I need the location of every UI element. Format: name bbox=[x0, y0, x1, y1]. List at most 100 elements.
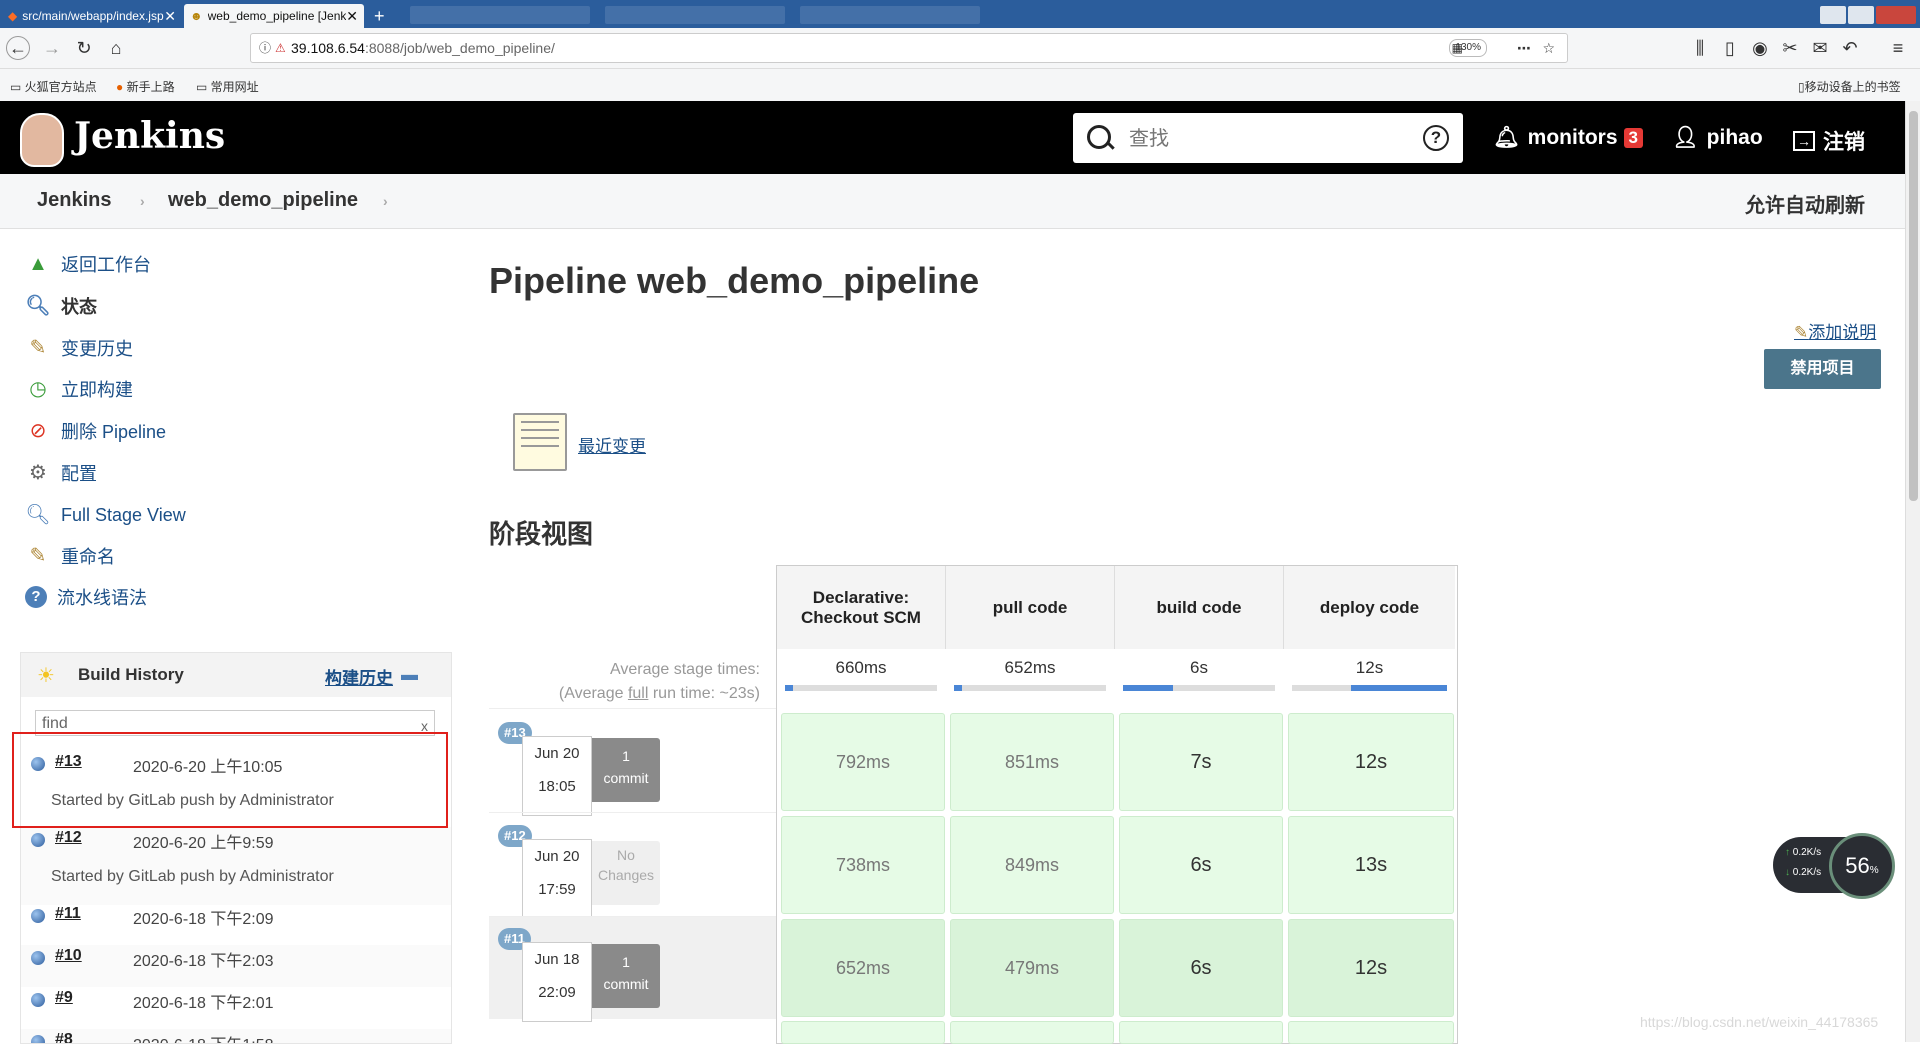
tab-jenkins[interactable]: ☻ web_demo_pipeline [Jenkins ✕ bbox=[184, 4, 364, 28]
full-run-link[interactable]: full bbox=[628, 685, 648, 702]
stage-cell[interactable]: 6s bbox=[1119, 816, 1283, 914]
vertical-scrollbar[interactable] bbox=[1905, 101, 1920, 1042]
run-commit-badge[interactable]: 1 commit bbox=[592, 738, 660, 802]
run-commit-badge[interactable]: 1 commit bbox=[592, 944, 660, 1008]
sidebar-item-configure[interactable]: ⚙ 配置 bbox=[25, 458, 97, 488]
address-bar[interactable]: ⓘ ⚠ 39.108.6.54:8088/job/web_demo_pipeli… bbox=[250, 33, 1568, 63]
zoom-level[interactable]: 130% bbox=[1449, 39, 1487, 57]
stage-cell[interactable]: 479ms bbox=[950, 919, 1114, 1017]
stage-cell[interactable]: 792ms bbox=[781, 713, 945, 811]
sidebar-item-delete[interactable]: ⊘ 删除 Pipeline bbox=[25, 416, 166, 446]
maximize-button[interactable] bbox=[1848, 6, 1874, 24]
run-no-changes-badge[interactable]: No Changes bbox=[592, 841, 660, 905]
build-number-link[interactable]: #8 bbox=[55, 1031, 73, 1043]
bookmark-item[interactable]: ● 新手上路 bbox=[116, 78, 175, 95]
insecure-lock-icon[interactable]: ⚠ bbox=[275, 34, 286, 62]
library-icon[interactable]: ⫼ bbox=[1688, 36, 1712, 60]
account-icon[interactable]: ◉ bbox=[1748, 36, 1772, 60]
breadcrumb-jenkins[interactable]: Jenkins bbox=[37, 189, 111, 212]
build-number-link[interactable]: #10 bbox=[55, 947, 82, 965]
build-time-link[interactable]: 2020-6-18 下午1:58 bbox=[133, 1031, 274, 1043]
home-icon[interactable]: ⌂ bbox=[104, 36, 128, 60]
network-speed-widget[interactable]: ↑ 0.2K/s ↓ 0.2K/s 56% bbox=[1773, 833, 1895, 899]
stage-cell[interactable]: 12s bbox=[1288, 713, 1454, 811]
sidebar-item-build-now[interactable]: ◷ 立即构建 bbox=[25, 374, 133, 404]
sidebar-item-label: 返回工作台 bbox=[61, 255, 151, 275]
page-actions-icon[interactable]: ⋯ bbox=[1517, 34, 1531, 62]
close-icon[interactable]: ✕ bbox=[346, 8, 358, 25]
minimize-button[interactable] bbox=[1820, 6, 1846, 24]
stage-cell[interactable]: 652ms bbox=[781, 919, 945, 1017]
stage-cell-partial[interactable] bbox=[781, 1021, 945, 1044]
build-time-link[interactable]: 2020-6-18 下午2:01 bbox=[133, 989, 274, 1013]
build-time-link[interactable]: 2020-6-18 下午2:03 bbox=[133, 947, 274, 971]
add-description-link[interactable]: ✎添加说明 bbox=[1794, 318, 1876, 343]
close-icon[interactable]: ✕ bbox=[164, 8, 176, 25]
window-close-button[interactable] bbox=[1876, 6, 1916, 24]
build-time-link[interactable]: 2020-6-20 上午9:59 bbox=[133, 829, 274, 853]
search-input[interactable] bbox=[1127, 125, 1411, 153]
menu-icon[interactable]: ≡ bbox=[1886, 36, 1910, 60]
blurred-tab[interactable] bbox=[800, 6, 980, 24]
disable-project-button[interactable]: 禁用项目 bbox=[1764, 349, 1881, 389]
chevron-right-icon[interactable]: › bbox=[383, 193, 388, 209]
avg-time-value: 6s bbox=[1190, 658, 1208, 677]
sidebar-item-pipeline-syntax[interactable]: ? 流水线语法 bbox=[25, 582, 147, 612]
stage-cell[interactable]: 738ms bbox=[781, 816, 945, 914]
reload-icon[interactable]: ↻ bbox=[72, 36, 96, 60]
sidebar-icon[interactable]: ▯ bbox=[1718, 36, 1742, 60]
stage-cell[interactable]: 12s bbox=[1288, 919, 1454, 1017]
stage-cell[interactable]: 6s bbox=[1119, 919, 1283, 1017]
url-text: 39.108.6.54:8088/job/web_demo_pipeline/ bbox=[291, 34, 555, 62]
mobile-bookmarks[interactable]: ▯移动设备上的书签 bbox=[1798, 78, 1901, 95]
stage-cell-partial[interactable] bbox=[1288, 1021, 1454, 1044]
stage-header-checkout: Declarative: Checkout SCM bbox=[777, 566, 946, 649]
new-tab-button[interactable]: + bbox=[368, 4, 398, 28]
back-icon[interactable]: ← bbox=[6, 36, 30, 60]
stage-cell-partial[interactable] bbox=[950, 1021, 1114, 1044]
screenshot-icon[interactable]: ✂ bbox=[1778, 36, 1802, 60]
bookmark-item[interactable]: ▭ 火狐官方站点 bbox=[10, 78, 97, 95]
breadcrumb: Jenkins › web_demo_pipeline › 允许自动刷新 bbox=[0, 174, 1905, 229]
stage-cell[interactable]: 851ms bbox=[950, 713, 1114, 811]
stage-cell[interactable]: 849ms bbox=[950, 816, 1114, 914]
stage-cell-partial[interactable] bbox=[1119, 1021, 1283, 1044]
auto-refresh-link[interactable]: 允许自动刷新 bbox=[1745, 189, 1865, 218]
sidebar-item-status[interactable]: 🔍︎ 状态 bbox=[25, 291, 97, 321]
search-box[interactable]: ? bbox=[1073, 113, 1463, 163]
sidebar-item-changes[interactable]: ✎ 变更历史 bbox=[25, 333, 133, 363]
forward-icon[interactable]: → bbox=[40, 36, 64, 60]
collapse-icon[interactable]: ▬ bbox=[401, 665, 418, 685]
sidebar-item-back-to-dashboard[interactable]: ▲ 返回工作台 bbox=[25, 249, 151, 279]
build-number-link[interactable]: #11 bbox=[55, 905, 81, 923]
sidebar-item-full-stage-view[interactable]: 🔍︎ Full Stage View bbox=[25, 500, 185, 530]
user-link[interactable]: 👤︎ pihao bbox=[1672, 126, 1763, 150]
sidebar-item-rename[interactable]: ✎ 重命名 bbox=[25, 541, 115, 571]
build-number-link[interactable]: #12 bbox=[55, 829, 82, 847]
notepad-icon bbox=[513, 413, 567, 471]
build-number-link[interactable]: #9 bbox=[55, 989, 73, 1007]
chevron-right-icon[interactable]: › bbox=[140, 193, 145, 209]
bookmark-folder[interactable]: ▭ 常用网址 bbox=[196, 78, 259, 95]
build-trend-link[interactable]: 构建历史 bbox=[325, 664, 393, 689]
blurred-tab[interactable] bbox=[410, 6, 590, 24]
bookmark-star-icon[interactable]: ☆ bbox=[1542, 34, 1555, 62]
help-icon[interactable]: ? bbox=[1423, 125, 1449, 151]
jenkins-butler-logo[interactable] bbox=[20, 113, 64, 167]
tab-index-jsp[interactable]: ◆ src/main/webapp/index.jsp ✕ bbox=[2, 4, 182, 28]
jenkins-logo-text[interactable]: Jenkins bbox=[74, 115, 225, 157]
monitors-link[interactable]: 🔔︎ monitors 3 bbox=[1493, 126, 1643, 150]
stage-cell[interactable]: 7s bbox=[1119, 713, 1283, 811]
scrollbar-thumb[interactable] bbox=[1909, 111, 1918, 501]
build-time-link[interactable]: 2020-6-18 下午2:09 bbox=[133, 905, 274, 929]
logout-link[interactable]: → 注销 bbox=[1793, 126, 1865, 156]
blurred-tab[interactable] bbox=[605, 6, 785, 24]
browser-tab-bar: ◆ src/main/webapp/index.jsp ✕ ☻ web_demo… bbox=[0, 0, 1920, 28]
commit-label: commit bbox=[603, 976, 649, 992]
stage-cell[interactable]: 13s bbox=[1288, 816, 1454, 914]
chat-icon[interactable]: ✉ bbox=[1808, 36, 1832, 60]
info-icon[interactable]: ⓘ bbox=[259, 34, 271, 62]
breadcrumb-job[interactable]: web_demo_pipeline bbox=[168, 189, 358, 212]
undo-icon[interactable]: ↶ bbox=[1838, 36, 1862, 60]
recent-changes-link[interactable]: 最近变更 bbox=[578, 432, 646, 457]
